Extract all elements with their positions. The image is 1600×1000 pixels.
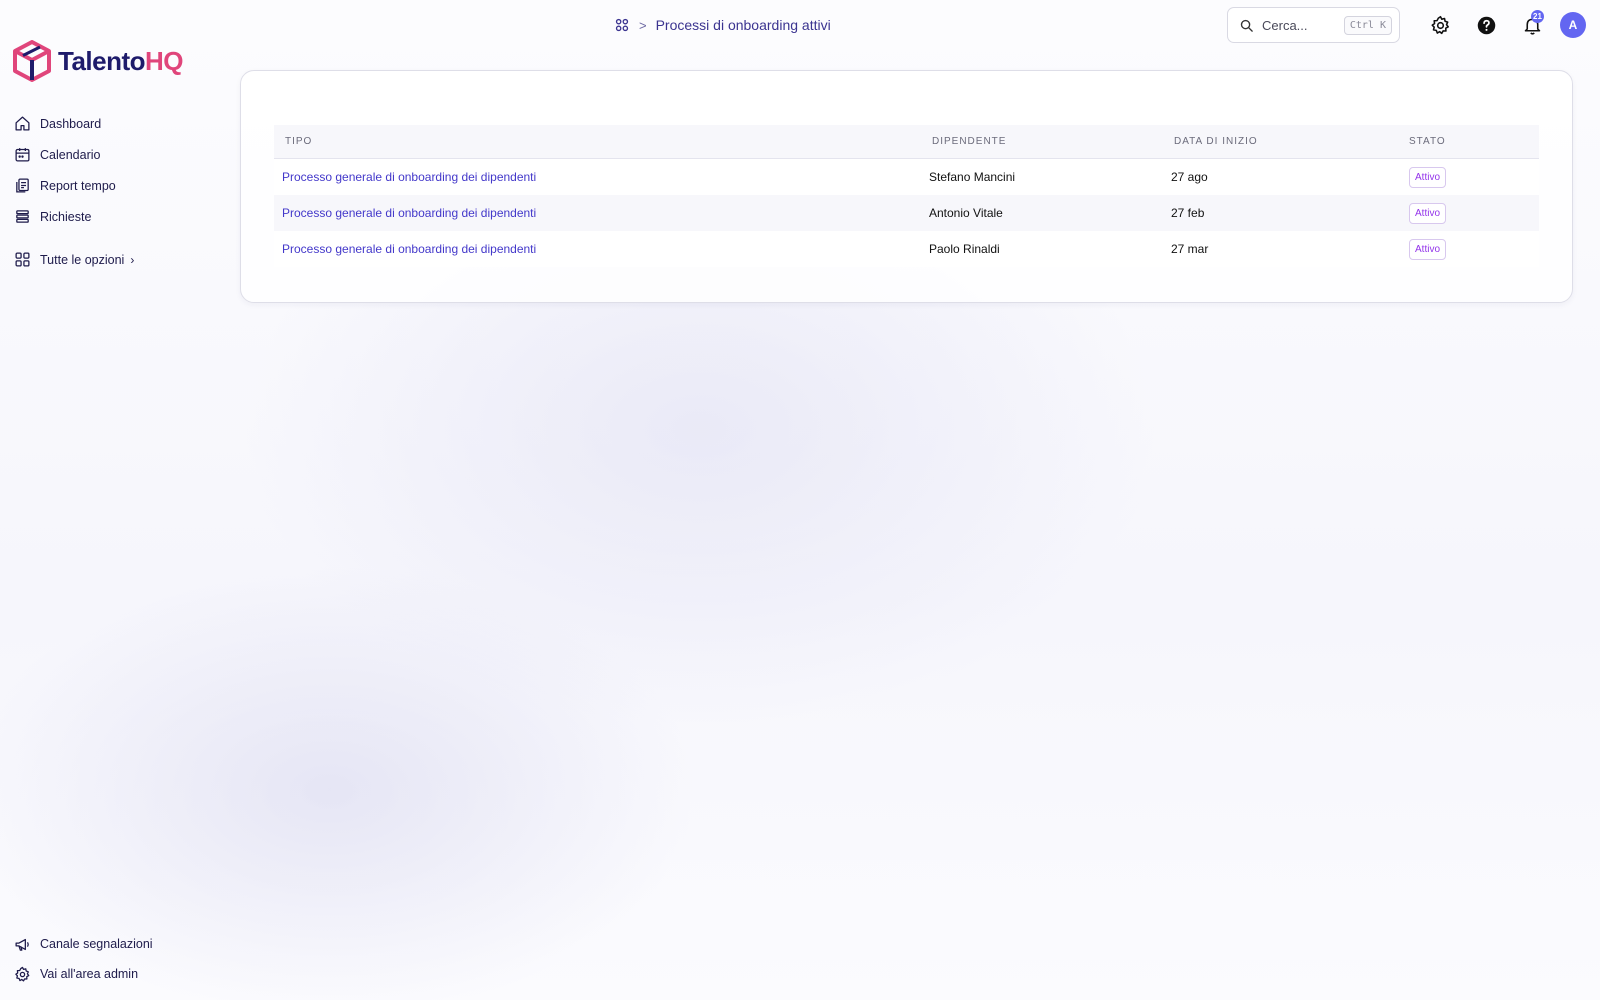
status-badge: Attivo <box>1409 166 1447 188</box>
logo-text-talento: Talento <box>58 45 146 76</box>
sidebar-item-label: Richieste <box>40 209 92 224</box>
sidebar-item-richieste[interactable]: Richieste <box>14 201 214 232</box>
calendar-icon <box>15 148 30 162</box>
notification-count-badge: 21 <box>1531 10 1544 23</box>
start-date: 27 feb <box>1171 206 1205 220</box>
settings-button[interactable] <box>1428 13 1452 37</box>
column-header-data-inizio[interactable]: DATA DI INIZIO <box>1171 136 1409 147</box>
sidebar-item-all-options[interactable]: Tutte le opzioni › <box>14 244 214 275</box>
breadcrumb: > Processi di onboarding attivi <box>614 14 831 36</box>
table-row[interactable]: Processo generale di onboarding dei dipe… <box>274 195 1539 231</box>
employee-name: Stefano Mancini <box>929 170 1016 184</box>
process-type-link[interactable]: Processo generale di onboarding dei dipe… <box>282 242 536 256</box>
avatar[interactable]: A <box>1560 12 1586 38</box>
sidebar-item-area-admin[interactable]: Vai all'area admin <box>14 959 214 989</box>
search-shortcut: Ctrl K <box>1343 15 1392 35</box>
sidebar-nav: Dashboard Calendario Report tempo Richie… <box>14 108 214 275</box>
search-input[interactable]: Cerca... Ctrl K <box>1227 7 1400 43</box>
gear-icon <box>15 966 30 982</box>
column-header-tipo[interactable]: TIPO <box>274 136 929 147</box>
help-icon <box>1477 16 1495 34</box>
apps-icon[interactable] <box>614 17 630 33</box>
onboarding-processes-card: TIPO DIPENDENTE DATA DI INIZIO STATO Pro… <box>240 70 1573 303</box>
table-body: Processo generale di onboarding dei dipe… <box>274 159 1539 267</box>
sidebar-item-label: Canale segnalazioni <box>40 937 153 951</box>
sidebar-item-label: Calendario <box>40 147 101 162</box>
logo-text: TalentoHQ <box>58 45 184 77</box>
process-type-link[interactable]: Processo generale di onboarding dei dipe… <box>282 170 536 184</box>
status-badge: Attivo <box>1409 202 1447 224</box>
start-date: 27 ago <box>1171 170 1208 184</box>
gear-icon <box>1430 15 1449 34</box>
sidebar-item-label: Tutte le opzioni <box>40 252 125 267</box>
sidebar-item-dashboard[interactable]: Dashboard <box>14 108 214 139</box>
report-icon <box>16 178 29 193</box>
sidebar-bottom-nav: Canale segnalazioni Vai all'area admin <box>14 929 214 989</box>
table-row[interactable]: Processo generale di onboarding dei dipe… <box>274 159 1539 195</box>
sidebar-item-label: Vai all'area admin <box>40 967 139 981</box>
help-button[interactable] <box>1474 13 1498 37</box>
logo-text-hq: HQ <box>145 45 184 76</box>
cube-logo-icon <box>13 40 51 82</box>
list-icon <box>16 210 29 223</box>
grid-icon <box>15 252 30 267</box>
table-row[interactable]: Processo generale di onboarding dei dipe… <box>274 231 1539 267</box>
chevron-right-icon: › <box>130 252 135 267</box>
sidebar-item-calendario[interactable]: Calendario <box>14 139 214 170</box>
sidebar-item-canale-segnalazioni[interactable]: Canale segnalazioni <box>14 929 214 959</box>
onboarding-table: TIPO DIPENDENTE DATA DI INIZIO STATO Pro… <box>274 125 1539 267</box>
app-logo[interactable]: TalentoHQ <box>12 40 184 82</box>
employee-name: Paolo Rinaldi <box>929 242 1000 256</box>
page-title: Processi di onboarding attivi <box>655 17 831 33</box>
employee-name: Antonio Vitale <box>929 206 1003 220</box>
sidebar-item-label: Report tempo <box>40 178 116 193</box>
home-icon <box>15 116 30 131</box>
search-placeholder: Cerca... <box>1262 17 1308 33</box>
table-header: TIPO DIPENDENTE DATA DI INIZIO STATO <box>274 125 1539 159</box>
megaphone-icon <box>15 938 29 951</box>
column-header-stato[interactable]: STATO <box>1409 136 1539 147</box>
process-type-link[interactable]: Processo generale di onboarding dei dipe… <box>282 206 536 220</box>
status-badge: Attivo <box>1409 238 1447 260</box>
column-header-dipendente[interactable]: DIPENDENTE <box>929 136 1171 147</box>
search-icon <box>1240 19 1253 32</box>
sidebar-item-report-tempo[interactable]: Report tempo <box>14 170 214 201</box>
breadcrumb-separator: > <box>639 17 647 33</box>
sidebar-item-label: Dashboard <box>40 116 102 131</box>
start-date: 27 mar <box>1171 242 1209 256</box>
